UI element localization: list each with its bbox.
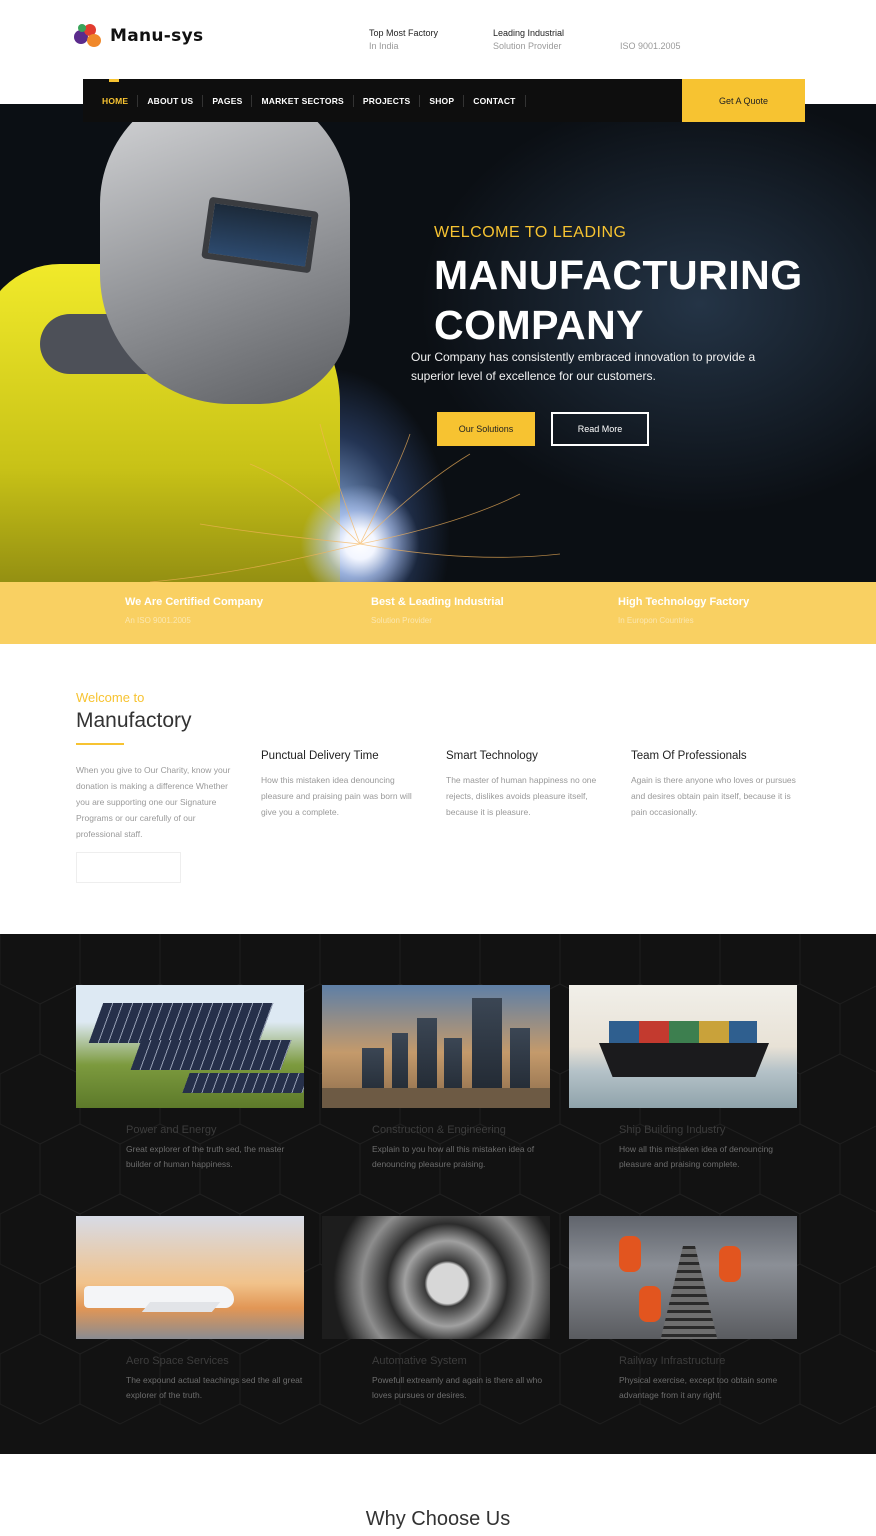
get-a-quote-button[interactable]: Get A Quote [682,79,805,122]
feature-title: Punctual Delivery Time [261,750,379,762]
service-card-aerospace[interactable]: Aero Space Services The expound actual t… [76,1216,304,1403]
service-text: Great explorer of the truth sed, the mas… [126,1144,285,1169]
service-text: Physical exercise, except too obtain som… [619,1375,778,1400]
hero-banner: WELCOME TO LEADING MANUFACTURING COMPANY… [0,104,876,582]
welcome-paragraph: When you give to Our Charity, know your … [76,765,231,839]
service-title: Automative System [372,1355,467,1367]
nav-pages[interactable]: PAGES [203,94,253,107]
strip-sub: In Europon Countries [618,616,694,625]
feature-text: Again is there anyone who loves or pursu… [631,775,796,817]
logo-icon [72,22,104,50]
service-text: Powefull extreamly and again is there al… [372,1375,543,1400]
header-info-iso: ISO 9001.2005 [620,27,681,53]
hero-content: WELCOME TO LEADING MANUFACTURING COMPANY… [0,104,876,582]
feature-title: Team Of Professionals [631,750,747,762]
service-title: Ship Building Industry [619,1124,726,1136]
main-nav: HOME ABOUT US PAGES MARKET SECTORS PROJE… [83,79,805,122]
feature-smart-technology: Smart Technology The master of human hap… [446,750,611,820]
feature-team-professionals: Team Of Professionals Again is there any… [631,750,796,820]
service-title: Construction & Engineering [372,1124,506,1136]
header-info-factory: Top Most Factory In India [369,27,438,53]
nav-about-us[interactable]: ABOUT US [138,94,204,107]
hero-title-line2: COMPANY [434,302,645,348]
why-choose-us-heading: Why Choose Us [365,1508,511,1530]
hero-title: MANUFACTURING COMPANY [434,250,803,350]
our-solutions-button[interactable]: Our Solutions [437,412,535,446]
heading-underline [76,743,124,745]
welcome-heading: Manufactory [76,709,192,732]
feature-strip: We Are Certified Company An ISO 9001.200… [0,582,876,644]
airplane-image [76,1216,304,1339]
strip-item-industrial: Best & Leading Industrial Solution Provi… [371,596,504,625]
railway-workers-image [569,1216,797,1339]
welcome-small-heading: Welcome to [76,690,145,705]
header-info-sub: ISO 9001.2005 [620,41,681,51]
services-section: Power and Energy Great explorer of the t… [0,934,876,1454]
cargo-ship-image [569,985,797,1108]
strip-sub: Solution Provider [371,616,432,625]
header-info-title: Top Most Factory [369,28,439,38]
header-info-industrial: Leading Industrial Solution Provider [493,27,564,53]
service-title: Aero Space Services [126,1355,229,1367]
service-title: Power and Energy [126,1124,217,1136]
strip-item-technology: High Technology Factory In Europon Count… [618,596,749,625]
header-info-sub: In India [369,41,399,51]
nav-home[interactable]: HOME [93,94,139,107]
strip-item-certified: We Are Certified Company An ISO 9001.200… [125,596,263,625]
hero-title-line1: MANUFACTURING [434,252,803,298]
strip-title: Best & Leading Industrial [371,596,504,608]
service-card-ship[interactable]: Ship Building Industry How all this mist… [569,985,797,1172]
header-info-sub: Solution Provider [493,41,562,51]
service-text: The expound actual teachings sed the all… [126,1375,303,1400]
strip-sub: An ISO 9001.2005 [125,616,191,625]
feature-punctual-delivery: Punctual Delivery Time How this mistaken… [261,750,426,820]
logo-text: Manu-sys [110,26,204,46]
header-info-title [620,27,681,40]
hero-description: Our Company has consistently embraced in… [411,350,756,383]
feature-text: How this mistaken idea denouncing pleasu… [261,775,412,817]
city-construction-image [322,985,550,1108]
service-card-railway[interactable]: Railway Infrastructure Physical exercise… [569,1216,797,1403]
hero-subtitle: WELCOME TO LEADING [434,224,627,241]
service-title: Railway Infrastructure [619,1355,726,1367]
nav-shop[interactable]: SHOP [420,94,465,107]
nav-projects[interactable]: PROJECTS [354,94,421,107]
nav-items: HOME ABOUT US PAGES MARKET SECTORS PROJE… [93,79,526,122]
nav-contact[interactable]: CONTACT [464,94,526,107]
top-header: Manu-sys Top Most Factory In India Leadi… [0,0,876,80]
service-text: Explain to you how all this mistaken ide… [372,1144,535,1169]
feature-text: The master of human happiness no one rej… [446,775,597,817]
service-card-power[interactable]: Power and Energy Great explorer of the t… [76,985,304,1172]
read-more-button[interactable]: Read More [551,412,649,446]
header-info-title: Leading Industrial [493,28,565,38]
logo[interactable]: Manu-sys [72,22,203,50]
service-card-automotive[interactable]: Automative System Powefull extreamly and… [322,1216,550,1403]
strip-title: We Are Certified Company [125,596,264,608]
feature-title: Smart Technology [446,750,538,762]
nav-market-sectors[interactable]: MARKET SECTORS [252,94,354,107]
solar-panels-image [76,985,304,1108]
engine-image [322,1216,550,1339]
service-card-construction[interactable]: Construction & Engineering Explain to yo… [322,985,550,1172]
service-text: How all this mistaken idea of denouncing… [619,1144,774,1169]
strip-title: High Technology Factory [618,596,750,608]
welcome-button[interactable] [76,852,181,883]
